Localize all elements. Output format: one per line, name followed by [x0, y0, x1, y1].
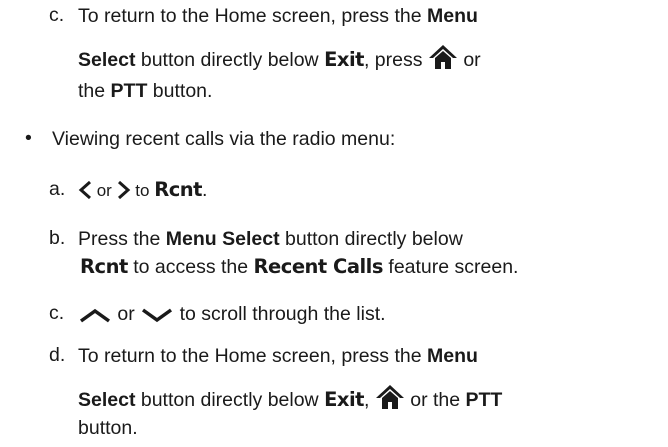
display-label-recent-calls: Recent Calls: [253, 255, 384, 278]
step-b-line2: Rcnt to access the Recent Calls feature …: [80, 255, 519, 278]
step-c-line: or to scroll through the list.: [78, 302, 386, 330]
step-c-top-line3: the PTT button.: [78, 80, 213, 102]
home-icon: [428, 44, 458, 76]
up-chevron-icon: [78, 306, 112, 330]
step-marker: d.: [49, 344, 66, 366]
step-d-line2: Select button directly below Exit, or th…: [78, 384, 502, 416]
step-a-line: or to Rcnt.: [78, 178, 207, 206]
left-arrow-icon: [78, 180, 92, 206]
step-marker: c.: [49, 4, 65, 26]
step-marker: c.: [49, 302, 65, 324]
step-c-top-line2: Select button directly below Exit, press…: [78, 44, 481, 76]
display-label-rcnt: Rcnt: [80, 255, 128, 278]
display-label-rcnt: Rcnt: [154, 178, 202, 201]
step-c-top-line1: To return to the Home screen, press the …: [78, 5, 478, 27]
display-label-exit: Exit: [324, 388, 364, 411]
home-icon: [375, 384, 405, 416]
display-label-exit: Exit: [324, 48, 364, 71]
step-d-line1: To return to the Home screen, press the …: [78, 345, 478, 367]
step-marker: b.: [49, 227, 66, 249]
step-b-line1: Press the Menu Select button directly be…: [78, 228, 463, 250]
step-d-line3: button.: [78, 417, 138, 439]
step-marker: a.: [49, 178, 66, 200]
bullet-marker: •: [25, 127, 32, 149]
down-chevron-icon: [140, 306, 174, 330]
bullet-text: Viewing recent calls via the radio menu:: [52, 128, 396, 150]
right-arrow-icon: [117, 180, 131, 206]
